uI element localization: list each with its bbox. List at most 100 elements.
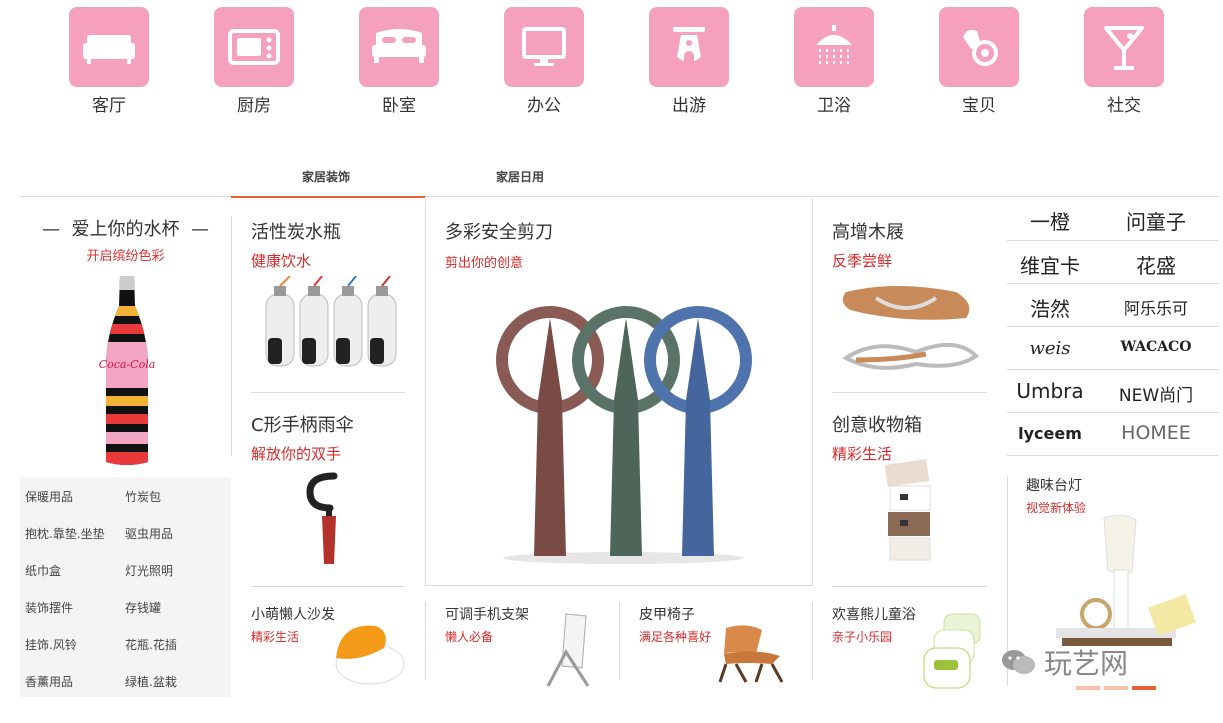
wechat-icon bbox=[1000, 648, 1036, 676]
product-scissors[interactable]: 多彩安全剪刀 剪出你的创意 bbox=[445, 218, 553, 271]
product-title: 活性炭水瓶 bbox=[251, 222, 341, 243]
brand-logo[interactable]: 阿乐乐可 bbox=[1106, 295, 1206, 319]
category-office[interactable]: 办公 bbox=[504, 7, 584, 116]
charcoal-bottle-image[interactable] bbox=[262, 275, 398, 374]
brand-logo[interactable]: 问童子 bbox=[1106, 206, 1206, 235]
category-label: 厨房 bbox=[237, 96, 271, 116]
sofa-icon bbox=[69, 7, 149, 87]
promo-subtitle: 开启缤纷色彩 bbox=[86, 249, 165, 264]
category-social[interactable]: 社交 bbox=[1084, 7, 1164, 116]
divider bbox=[425, 198, 426, 586]
product-charcoal-bottle[interactable]: 活性炭水瓶 健康饮水 bbox=[251, 218, 341, 271]
product-title: 创意收物箱 bbox=[832, 415, 922, 436]
svg-text:Coca-Cola: Coca-Cola bbox=[99, 358, 156, 371]
link-item[interactable]: 绿植.盆栽 bbox=[125, 673, 177, 690]
carousel-dot[interactable] bbox=[1132, 686, 1156, 690]
product-lazy-sofa[interactable]: 小萌懒人沙发 精彩生活 bbox=[251, 604, 335, 645]
product-subtitle: 剪出你的创意 bbox=[445, 256, 524, 271]
product-title: C形手柄雨伞 bbox=[251, 415, 354, 436]
category-label: 社交 bbox=[1107, 96, 1141, 116]
tab-home-daily[interactable]: 家居日用 bbox=[496, 168, 544, 185]
promo-header[interactable]: — 爱上你的水杯 — 开启缤纷色彩 bbox=[20, 215, 231, 264]
leather-chair-image[interactable] bbox=[716, 620, 796, 688]
product-bath-tub[interactable]: 欢喜熊儿童浴 亲子小乐园 bbox=[832, 604, 916, 645]
product-title: 欢喜熊儿童浴 bbox=[832, 607, 916, 623]
carousel-dot[interactable] bbox=[1076, 686, 1100, 690]
divider bbox=[832, 586, 987, 587]
watermark: 玩艺网 bbox=[1000, 642, 1128, 682]
brand-logo[interactable]: 一橙 bbox=[1000, 206, 1100, 235]
microwave-icon bbox=[214, 7, 294, 87]
brand-logo[interactable]: lyceem bbox=[1000, 424, 1100, 443]
divider bbox=[1007, 369, 1219, 370]
brand-logo[interactable]: 维宜卡 bbox=[1000, 250, 1100, 279]
brand-logo[interactable]: 花盛 bbox=[1106, 250, 1206, 279]
product-subtitle: 解放你的双手 bbox=[251, 445, 342, 463]
brand-logo[interactable]: HOMEE bbox=[1106, 422, 1206, 444]
link-item[interactable]: 装饰摆件 bbox=[25, 599, 73, 616]
category-label: 卧室 bbox=[382, 96, 416, 116]
lazy-sofa-image[interactable] bbox=[330, 618, 406, 692]
phone-stand-image[interactable] bbox=[536, 612, 596, 694]
category-link-panel: 保暖用品 竹炭包 抱枕.靠垫.坐垫 驱虫用品 纸巾盒 灯光照明 装饰摆件 存钱罐… bbox=[20, 477, 231, 697]
product-lamp[interactable]: 趣味台灯 视觉新体验 bbox=[1026, 475, 1086, 516]
link-item[interactable]: 花瓶.花插 bbox=[125, 636, 177, 653]
divider bbox=[251, 586, 405, 587]
divider bbox=[812, 602, 813, 680]
brand-logo[interactable]: weis bbox=[1000, 338, 1100, 359]
category-baby[interactable]: 宝贝 bbox=[939, 7, 1019, 116]
tab-home-decor[interactable]: 家居装饰 bbox=[302, 168, 350, 185]
brand-logo[interactable]: Umbra bbox=[1000, 379, 1100, 403]
clogs-image[interactable] bbox=[836, 278, 981, 378]
divider bbox=[1007, 240, 1219, 241]
link-item[interactable]: 抱枕.靠垫.坐垫 bbox=[25, 525, 105, 542]
link-item[interactable]: 挂饰.风铃 bbox=[25, 636, 77, 653]
category-label: 客厅 bbox=[92, 96, 126, 116]
link-item[interactable]: 驱虫用品 bbox=[125, 525, 173, 542]
category-bedroom[interactable]: 卧室 bbox=[359, 7, 439, 116]
product-phone-stand[interactable]: 可调手机支架 懒人必备 bbox=[445, 604, 529, 645]
divider bbox=[619, 602, 620, 680]
product-storage-box[interactable]: 创意收物箱 精彩生活 bbox=[832, 411, 922, 464]
carousel-dot[interactable] bbox=[1104, 686, 1128, 690]
category-label: 出游 bbox=[672, 96, 706, 116]
bath-tub-image[interactable] bbox=[920, 612, 988, 696]
shower-icon bbox=[794, 7, 874, 87]
category-bathroom[interactable]: 卫浴 bbox=[794, 7, 874, 116]
umbrella-image[interactable] bbox=[300, 470, 350, 574]
scissors-image[interactable] bbox=[488, 288, 758, 572]
watermark-text: 玩艺网 bbox=[1044, 647, 1129, 680]
divider bbox=[251, 392, 405, 393]
coca-cola-bottle-image[interactable]: Coca-Cola bbox=[98, 276, 156, 472]
pacifier-icon bbox=[939, 7, 1019, 87]
brand-logo[interactable]: NEW尚门 bbox=[1106, 381, 1206, 406]
category-living-room[interactable]: 客厅 bbox=[69, 7, 149, 116]
divider bbox=[1007, 412, 1219, 413]
tab-divider bbox=[20, 196, 1219, 197]
link-item[interactable]: 香薰用品 bbox=[25, 673, 73, 690]
link-item[interactable]: 纸巾盒 bbox=[25, 562, 61, 579]
divider bbox=[1007, 283, 1219, 284]
product-title: 多彩安全剪刀 bbox=[445, 222, 553, 243]
link-item[interactable]: 灯光照明 bbox=[125, 562, 173, 579]
storage-box-image[interactable] bbox=[880, 458, 940, 568]
category-travel[interactable]: 出游 bbox=[649, 7, 729, 116]
bed-icon bbox=[359, 7, 439, 87]
link-item[interactable]: 竹炭包 bbox=[125, 488, 161, 505]
product-umbrella[interactable]: C形手柄雨伞 解放你的双手 bbox=[251, 411, 354, 464]
category-kitchen[interactable]: 厨房 bbox=[214, 7, 294, 116]
category-label: 宝贝 bbox=[962, 96, 996, 116]
divider bbox=[1007, 455, 1219, 456]
category-label: 卫浴 bbox=[817, 96, 851, 116]
product-subtitle: 精彩生活 bbox=[251, 630, 300, 644]
link-item[interactable]: 保暖用品 bbox=[25, 488, 73, 505]
product-subtitle: 亲子小乐园 bbox=[832, 630, 893, 644]
brand-logo[interactable]: 浩然 bbox=[1000, 293, 1100, 322]
promo-title: 爱上你的水杯 bbox=[71, 219, 180, 240]
divider bbox=[812, 198, 813, 586]
brand-logo[interactable]: WACACO bbox=[1106, 339, 1206, 355]
product-leather-chair[interactable]: 皮甲椅子 满足各种喜好 bbox=[639, 604, 711, 645]
divider bbox=[425, 602, 426, 680]
link-item[interactable]: 存钱罐 bbox=[125, 599, 161, 616]
product-clogs[interactable]: 高增木屐 反季尝鲜 bbox=[832, 218, 904, 271]
